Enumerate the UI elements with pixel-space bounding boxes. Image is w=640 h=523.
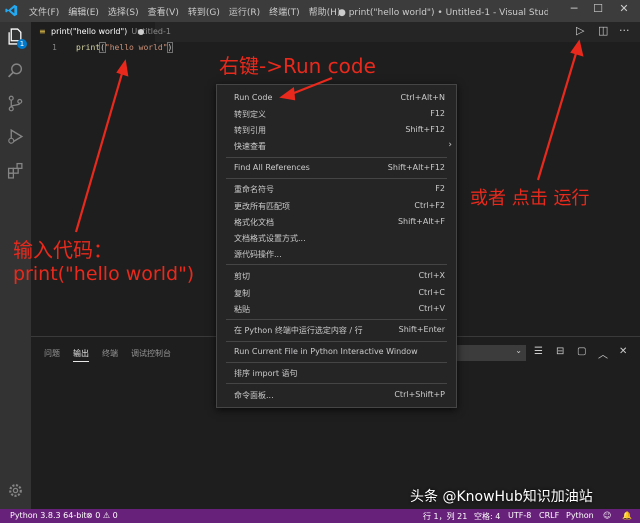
annotation-type-code-value: print("hello world") [13,263,195,285]
arrow-head [116,59,129,77]
watermark: 头条 @KnowHub知识加油站 [410,489,593,505]
annotation-right-click: 右键->Run code [219,54,376,78]
arrow-to-run-button [536,49,579,181]
annotation-type-code-label: 输入代码： [13,238,113,262]
arrow-head [279,86,296,101]
arrow-to-run-code [288,76,333,97]
arrow-to-code [74,69,125,233]
annotation-or-click-run: 或者 点击 运行 [470,188,590,209]
arrow-head [570,39,584,57]
